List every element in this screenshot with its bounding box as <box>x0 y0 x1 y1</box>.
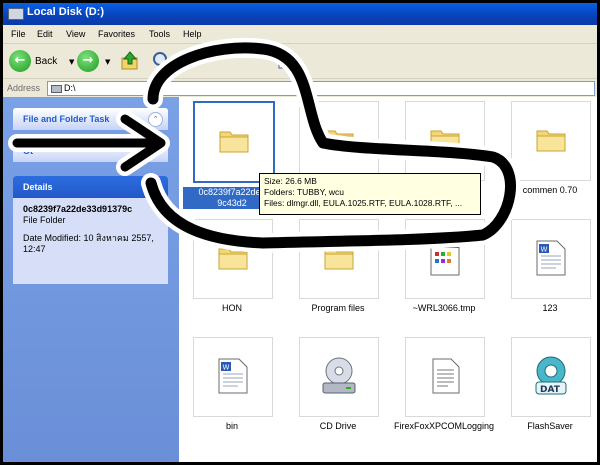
folder-info-tooltip: Size: 26.6 MB Folders: TUBBY, wcu Files:… <box>259 173 481 215</box>
title-bar[interactable]: Local Disk (D:) <box>3 3 597 25</box>
menu-view[interactable]: View <box>66 29 85 39</box>
other-places-header[interactable]: Ot <box>13 140 168 162</box>
search-icon <box>153 52 172 71</box>
address-label: Address <box>7 83 41 93</box>
other-places-title: Ot <box>23 146 33 156</box>
thumbnail <box>511 101 591 181</box>
menu-help[interactable]: Help <box>183 29 202 39</box>
views-button[interactable] <box>277 52 301 72</box>
folder-icon <box>536 130 566 152</box>
details-type: File Folder <box>23 215 66 225</box>
svg-text:DAT: DAT <box>540 385 561 395</box>
tmp-file-icon <box>430 242 460 276</box>
item-label: FirexFoxXPCOMLogging <box>393 421 495 431</box>
forward-button[interactable]: → <box>77 50 99 72</box>
watermark: [708x526] https://upic.me/ <box>437 450 594 461</box>
file-item[interactable]: HON <box>179 215 285 325</box>
dat-file-icon: DAT <box>535 356 567 395</box>
address-value: D:\ <box>64 83 76 93</box>
folder-icon <box>324 130 354 152</box>
cd-drive-icon <box>322 357 356 394</box>
back-label: Back <box>35 56 58 67</box>
address-bar: Address D:\ <box>3 79 597 97</box>
collapse-chevron-icon[interactable]: ⌃ <box>148 112 163 127</box>
item-label: ~WRL3066.tmp <box>412 303 476 313</box>
details-date-modified: Date Modified: 10 สิงหาคม 2557, 12:47 <box>23 233 154 254</box>
thumbnail <box>193 101 275 183</box>
search-button[interactable] <box>151 50 173 72</box>
item-label: FlashSaver <box>527 421 573 431</box>
thumbnail <box>299 219 379 299</box>
svg-text:W: W <box>541 246 548 254</box>
file-item[interactable]: W bin <box>179 333 285 443</box>
up-folder-button[interactable] <box>119 50 141 72</box>
task-pane: File and Folder Task ⌃ Ot Details 0c8239… <box>3 97 179 462</box>
up-folder-icon <box>121 51 138 70</box>
folder-icon <box>219 131 249 153</box>
thumbnail <box>193 219 273 299</box>
folder-icon <box>218 248 248 270</box>
views-icon <box>278 53 300 69</box>
toolbar: ← Back ▼ → ▼ <box>3 44 597 79</box>
item-label: bin <box>225 421 238 431</box>
file-item[interactable]: CD Drive <box>285 333 391 443</box>
thumbnail <box>405 337 485 417</box>
item-label: 123 <box>542 303 558 313</box>
details-name: 0c8239f7a22de33d91379c <box>23 204 133 214</box>
word-document-icon: W <box>218 358 248 394</box>
menu-tools[interactable]: Tools <box>149 29 170 39</box>
details-title: Details <box>23 182 53 192</box>
window-title: Local Disk (D:) <box>27 6 105 18</box>
word-document-icon: W <box>536 240 566 276</box>
item-label: CD Drive <box>319 421 357 431</box>
text-file-icon <box>432 358 460 394</box>
back-dropdown-icon[interactable]: ▼ <box>69 58 74 66</box>
tooltip-files: Files: dlmgr.dll, EULA.1025.RTF, EULA.10… <box>264 198 463 208</box>
forward-arrow-icon: → <box>77 50 99 72</box>
thumbnail: DAT <box>511 337 591 417</box>
file-folder-tasks-panel: File and Folder Task ⌃ <box>13 108 168 130</box>
menu-favorites[interactable]: Favorites <box>98 29 135 39</box>
file-item[interactable]: commen 0.70 <box>497 97 597 207</box>
tooltip-folders: Folders: TUBBY, wcu <box>264 187 344 197</box>
thumbnail: W <box>193 337 273 417</box>
menu-bar: File Edit View Favorites Tools Help <box>3 25 597 44</box>
other-places-panel: Ot <box>13 140 168 162</box>
file-item[interactable]: W 123 <box>497 215 597 325</box>
svg-text:W: W <box>223 364 230 372</box>
details-panel: Details 0c8239f7a22de33d91379c File Fold… <box>13 176 168 284</box>
item-label: HON <box>222 303 242 313</box>
details-header[interactable]: Details <box>13 176 168 198</box>
file-folder-tasks-title: File and Folder Task <box>23 114 110 124</box>
thumbnail <box>405 219 485 299</box>
file-list: 0c8239f7a22de3 9c43d2 commen 0.70 HON Pr… <box>179 97 597 462</box>
item-label: commen 0.70 <box>522 185 578 195</box>
thumbnail <box>299 101 379 181</box>
file-item[interactable]: Program files <box>285 215 391 325</box>
thumbnail: W <box>511 219 591 299</box>
back-button[interactable]: ← Back <box>9 50 61 72</box>
explorer-window: Local Disk (D:) File Edit View Favorites… <box>3 3 597 462</box>
folder-icon <box>324 248 354 270</box>
address-input[interactable]: D:\ <box>47 81 595 96</box>
back-arrow-icon: ← <box>9 50 31 72</box>
thumbnail <box>299 337 379 417</box>
menu-file[interactable]: File <box>11 29 26 39</box>
file-item[interactable]: DAT FlashSaver <box>497 333 597 443</box>
thumbnail <box>405 101 485 181</box>
file-folder-tasks-header[interactable]: File and Folder Task ⌃ <box>13 108 168 130</box>
item-label: Program files <box>311 303 365 313</box>
forward-dropdown-icon[interactable]: ▼ <box>105 58 110 66</box>
tooltip-size: Size: 26.6 MB <box>264 176 317 186</box>
menu-edit[interactable]: Edit <box>37 29 53 39</box>
file-item[interactable]: FirexFoxXPCOMLogging <box>391 333 497 443</box>
folder-icon <box>430 130 460 152</box>
file-item[interactable]: ~WRL3066.tmp <box>391 215 497 325</box>
drive-icon <box>8 8 24 20</box>
details-body: 0c8239f7a22de33d91379c File Folder Date … <box>13 198 168 284</box>
drive-icon <box>51 85 62 93</box>
